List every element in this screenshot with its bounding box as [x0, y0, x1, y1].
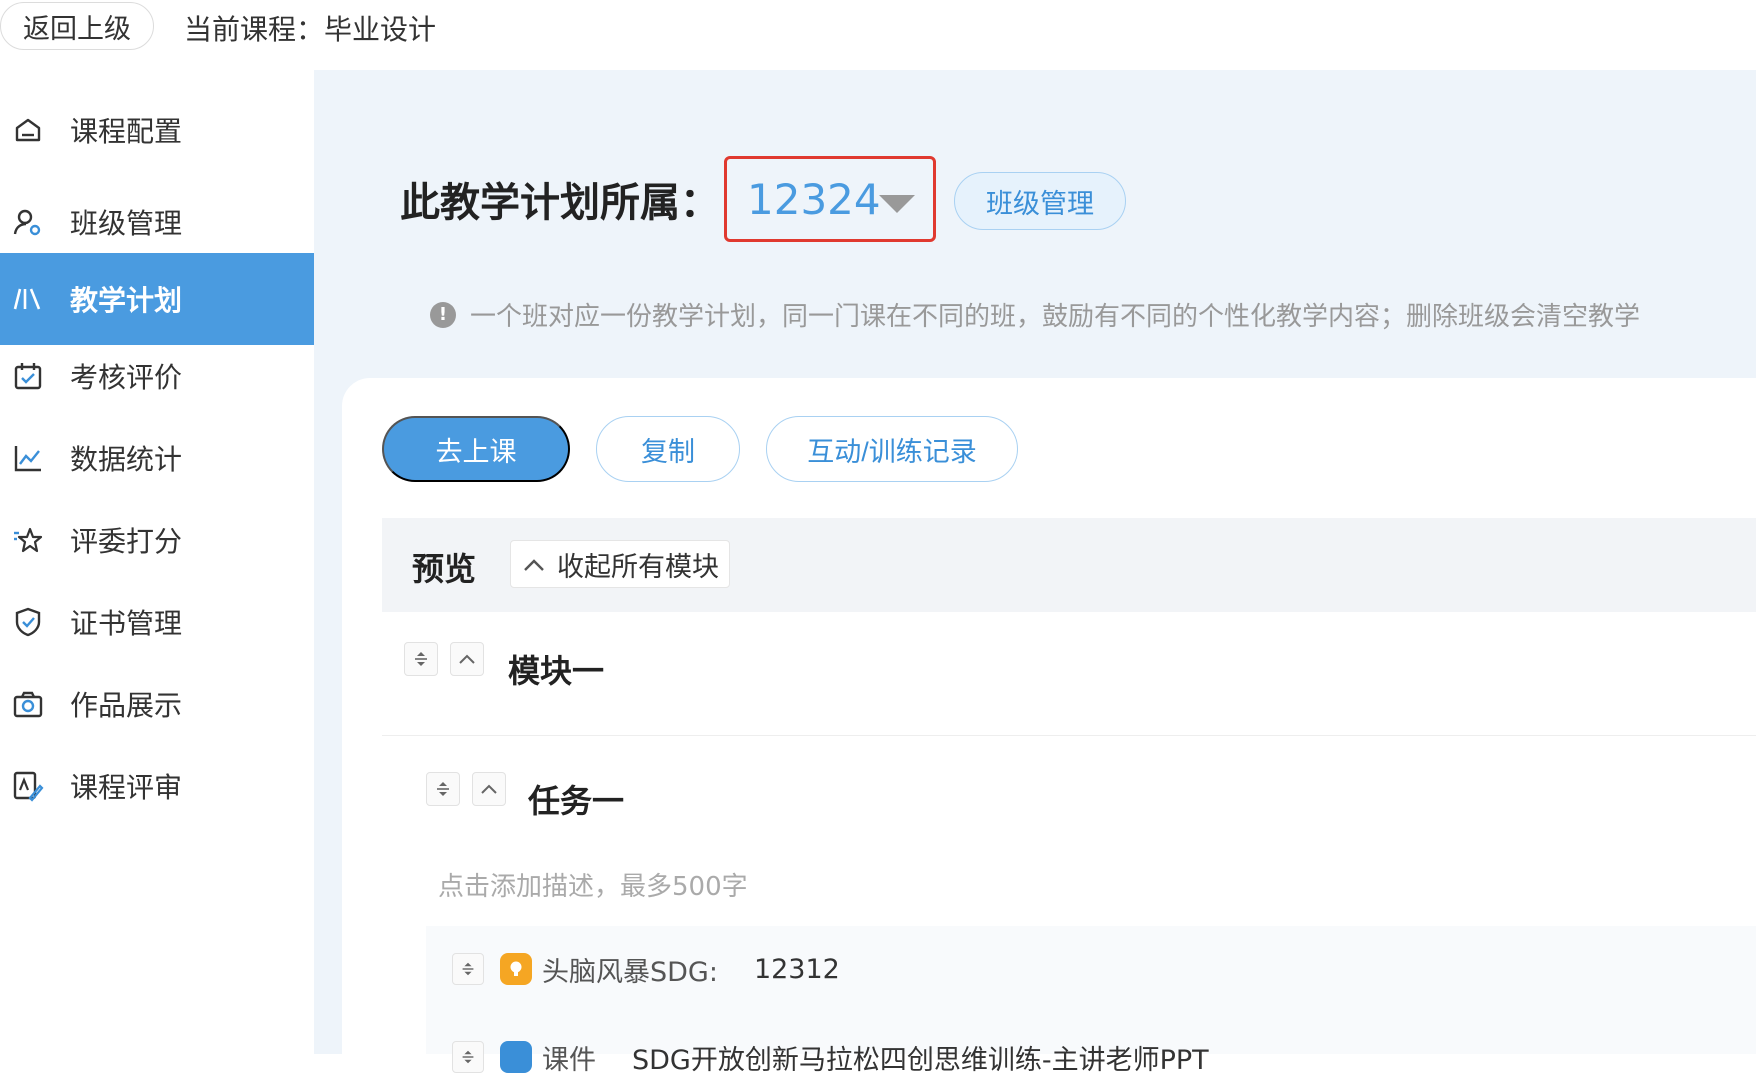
- tip-text: 一个班对应一份教学计划，同一门课在不同的班，鼓励有不同的个性化教学内容；删除班级…: [470, 302, 1641, 332]
- sidebar-item-label: 作品展示: [70, 689, 183, 722]
- drag-sort-handle[interactable]: [426, 772, 460, 806]
- camera-icon: [13, 691, 43, 718]
- item-label: 头脑风暴SDG:: [542, 956, 718, 988]
- task-description-input[interactable]: 点击添加描述，最多500字: [438, 866, 748, 903]
- sort-icon: [462, 1050, 474, 1064]
- item-label: 课件: [542, 1044, 596, 1076]
- records-button[interactable]: 互动/训练记录: [766, 416, 1018, 482]
- collapse-all-label: 收起所有模块: [557, 551, 719, 582]
- courseware-icon: [500, 1041, 532, 1073]
- sidebar-item-statistics[interactable]: 数据统计: [0, 412, 314, 504]
- module-collapse-toggle[interactable]: [450, 642, 484, 676]
- sidebar-item-label: 评委打分: [70, 525, 183, 558]
- plan-owner-title: 此教学计划所属：: [400, 180, 720, 226]
- task-row: 任务一: [382, 736, 1756, 856]
- sidebar: 课程配置 班级管理 教学计划 考核评价 数据统计 评委打分 证书管理 作品展示 …: [0, 70, 314, 1054]
- plan-icon: [13, 288, 41, 310]
- copy-button[interactable]: 复制: [596, 416, 740, 482]
- exclamation-icon: !: [430, 301, 456, 328]
- user-settings-icon: [13, 209, 41, 236]
- dropdown-arrow-icon: [879, 195, 915, 213]
- list-item[interactable]: 课件 SDG开放创新马拉松四创思维训练-主讲老师PPT: [452, 1032, 1209, 1082]
- class-management-button[interactable]: 班级管理: [954, 172, 1126, 230]
- class-select-value: 12324: [747, 175, 881, 224]
- collapse-all-button[interactable]: 收起所有模块: [510, 540, 730, 588]
- sidebar-item-label: 数据统计: [70, 443, 183, 476]
- sidebar-item-course-review[interactable]: 课程评审: [0, 740, 314, 832]
- drag-sort-handle[interactable]: [452, 953, 484, 985]
- module-row: 模块一: [382, 612, 1756, 736]
- plan-card: 去上课 复制 互动/训练记录 预览 收起所有模块 模块一 任务一 点击添加描述，…: [342, 378, 1756, 1076]
- sidebar-item-judge-scoring[interactable]: 评委打分: [0, 494, 314, 586]
- class-select-dropdown[interactable]: 12324: [724, 156, 936, 242]
- sidebar-item-label: 课程配置: [70, 115, 183, 148]
- task-items: 头脑风暴SDG: 12312 课件 SDG开放创新马拉松四创思维训练-主讲老师P…: [426, 926, 1756, 1076]
- module-title: 模块一: [508, 652, 605, 690]
- calendar-check-icon: [14, 363, 42, 390]
- main-content: 此教学计划所属： 12324 班级管理 ! 一个班对应一份教学计划，同一门课在不…: [314, 70, 1756, 1076]
- shield-check-icon: [15, 607, 41, 637]
- sidebar-item-label: 班级管理: [70, 207, 183, 240]
- go-class-button[interactable]: 去上课: [382, 416, 570, 482]
- task-title: 任务一: [528, 782, 625, 820]
- item-value: 12312: [753, 953, 840, 985]
- lightbulb-icon: [500, 953, 532, 985]
- review-edit-icon: [13, 771, 44, 802]
- back-button[interactable]: 返回上级: [0, 2, 154, 50]
- list-item[interactable]: 头脑风暴SDG: 12312: [452, 944, 840, 994]
- line-chart-icon: [14, 446, 41, 472]
- preview-bar: 预览 收起所有模块: [382, 518, 1756, 612]
- sidebar-item-certificates[interactable]: 证书管理: [0, 576, 314, 668]
- star-icon: [14, 527, 43, 553]
- chevron-up-icon: [524, 559, 544, 571]
- current-course-label: 当前课程：毕业设计: [184, 13, 437, 46]
- sidebar-item-label: 证书管理: [70, 607, 183, 640]
- sidebar-item-assessment[interactable]: 考核评价: [0, 330, 314, 422]
- sort-icon: [415, 652, 427, 666]
- task-collapse-toggle[interactable]: [472, 772, 506, 806]
- sort-icon: [462, 962, 474, 976]
- sidebar-item-course-config[interactable]: 课程配置: [0, 84, 314, 176]
- sidebar-item-label: 教学计划: [70, 284, 183, 317]
- item-value: SDG开放创新马拉松四创思维训练-主讲老师PPT: [632, 1044, 1209, 1076]
- top-bar: 返回上级 当前课程：毕业设计: [0, 0, 1756, 62]
- chevron-up-icon: [481, 784, 497, 794]
- home-icon: [15, 118, 41, 142]
- preview-title: 预览: [412, 550, 477, 588]
- sidebar-item-works-showcase[interactable]: 作品展示: [0, 658, 314, 750]
- drag-sort-handle[interactable]: [404, 642, 438, 676]
- drag-sort-handle[interactable]: [452, 1041, 484, 1073]
- sort-icon: [437, 782, 449, 796]
- sidebar-item-label: 考核评价: [70, 361, 183, 394]
- chevron-up-icon: [459, 654, 475, 664]
- info-tip: ! 一个班对应一份教学计划，同一门课在不同的班，鼓励有不同的个性化教学内容；删除…: [430, 296, 1756, 333]
- sidebar-item-label: 课程评审: [70, 771, 183, 804]
